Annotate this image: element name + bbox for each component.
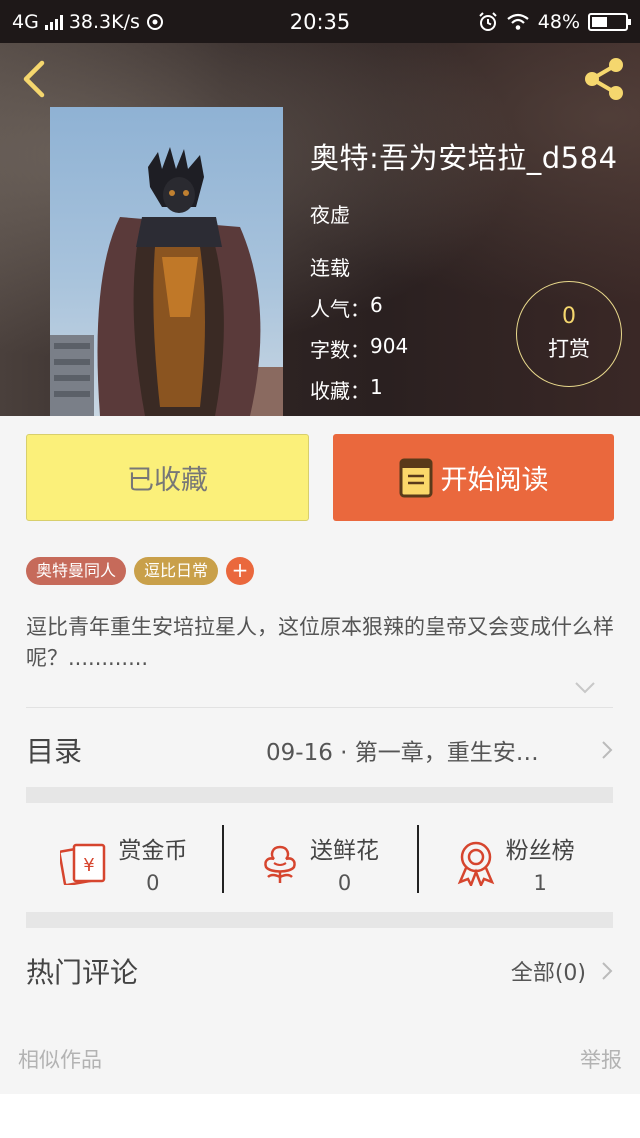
popularity-label: 人气：	[310, 297, 370, 321]
status-bar: 4G 38.3K/s 20:35 48%	[0, 0, 640, 43]
footer-row: 相似作品 举报	[18, 1044, 622, 1074]
book-cover[interactable]	[50, 107, 283, 416]
svg-text:¥: ¥	[84, 855, 95, 876]
reward-label: 打赏	[548, 337, 590, 361]
chevron-down-icon[interactable]	[574, 680, 596, 696]
stat-label: 送鲜花	[310, 838, 379, 864]
medal-icon	[457, 841, 494, 886]
back-icon[interactable]	[14, 57, 54, 101]
battery-icon	[588, 12, 631, 31]
gold-coin-icon: ¥	[60, 843, 106, 885]
alarm-icon	[479, 11, 497, 31]
network-type: 4G	[12, 10, 39, 33]
book-status: 连载	[310, 256, 350, 280]
word-count-value: 904	[370, 334, 409, 358]
network-speed: 38.3K/s	[68, 10, 140, 33]
stat-gold-coins[interactable]: ¥ 赏金币 0	[26, 815, 222, 911]
stat-flowers[interactable]: 送鲜花 0	[221, 815, 418, 911]
popularity-value: 6	[370, 293, 383, 317]
stat-label: 赏金币	[118, 838, 188, 864]
share-icon[interactable]	[580, 55, 628, 103]
book-detail-page: 4G 38.3K/s 20:35 48% 奥特:吾为安培拉_d584 夜虚 连载…	[0, 0, 640, 1138]
latest-chapter: 09-16 · 第一章，重生安…	[266, 740, 539, 766]
signal-icon	[44, 14, 63, 30]
cover-illustration	[50, 147, 283, 416]
book-author[interactable]: 夜虚	[310, 199, 618, 228]
section-separator	[26, 787, 613, 803]
hot-comments-header: 热门评论 全部(0)	[26, 940, 614, 1002]
tag-item[interactable]: 奥特曼同人	[26, 557, 127, 585]
favorites-label: 收藏：	[310, 379, 370, 403]
flower-icon	[264, 845, 296, 883]
divider	[26, 707, 613, 708]
stat-value: 0	[146, 871, 160, 895]
stat-fan-ranking[interactable]: 粉丝榜 1	[417, 815, 613, 911]
tag-item[interactable]: 逗比日常	[134, 557, 219, 585]
all-comments-label: 全部(0)	[510, 961, 586, 986]
start-reading-label: 开始阅读	[440, 465, 549, 496]
similar-works-label: 相似作品	[18, 1048, 102, 1072]
favorites-value: 1	[370, 375, 383, 399]
tag-list: 奥特曼同人 逗比日常 +	[26, 557, 255, 585]
stat-value: 1	[533, 871, 547, 895]
reward-count: 0	[562, 304, 576, 329]
book-header: 奥特:吾为安培拉_d584 夜虚 连载 人气： 6 字数： 904 收藏： 1 0 打…	[0, 43, 640, 416]
stat-value: 0	[337, 871, 352, 895]
chevron-right-icon	[602, 962, 613, 980]
book-description: 逗比青年重生安培拉星人，这位原本狠辣的皇帝又会变成什么样呢？..........…	[26, 615, 614, 670]
collect-button[interactable]: 已收藏	[26, 434, 309, 521]
battery-percent: 48%	[537, 10, 580, 33]
collect-label: 已收藏	[127, 465, 208, 496]
start-reading-button[interactable]: 开始阅读	[333, 434, 614, 521]
sync-icon	[146, 13, 163, 30]
stat-label: 粉丝榜	[505, 838, 575, 864]
similar-works-list	[0, 1094, 640, 1138]
add-tag-button[interactable]: +	[226, 557, 255, 585]
section-separator	[26, 912, 613, 928]
toc-label: 目录	[26, 735, 83, 768]
hot-comments-title: 热门评论	[26, 956, 139, 989]
report-button[interactable]: 举报	[580, 1044, 622, 1074]
word-count-label: 字数：	[310, 338, 370, 362]
reward-button[interactable]: 0 打赏	[516, 281, 622, 387]
all-comments-link[interactable]: 全部(0)	[511, 955, 614, 987]
wifi-icon	[507, 13, 529, 30]
book-title: 奥特:吾为安培拉_d584	[310, 141, 618, 175]
chevron-right-icon	[602, 741, 613, 759]
support-stats: ¥ 赏金币 0 送鲜花 0 粉丝榜 1	[26, 815, 613, 911]
table-of-contents-row[interactable]: 目录 09-16 · 第一章，重生安…	[26, 716, 614, 784]
book-icon	[399, 458, 432, 497]
